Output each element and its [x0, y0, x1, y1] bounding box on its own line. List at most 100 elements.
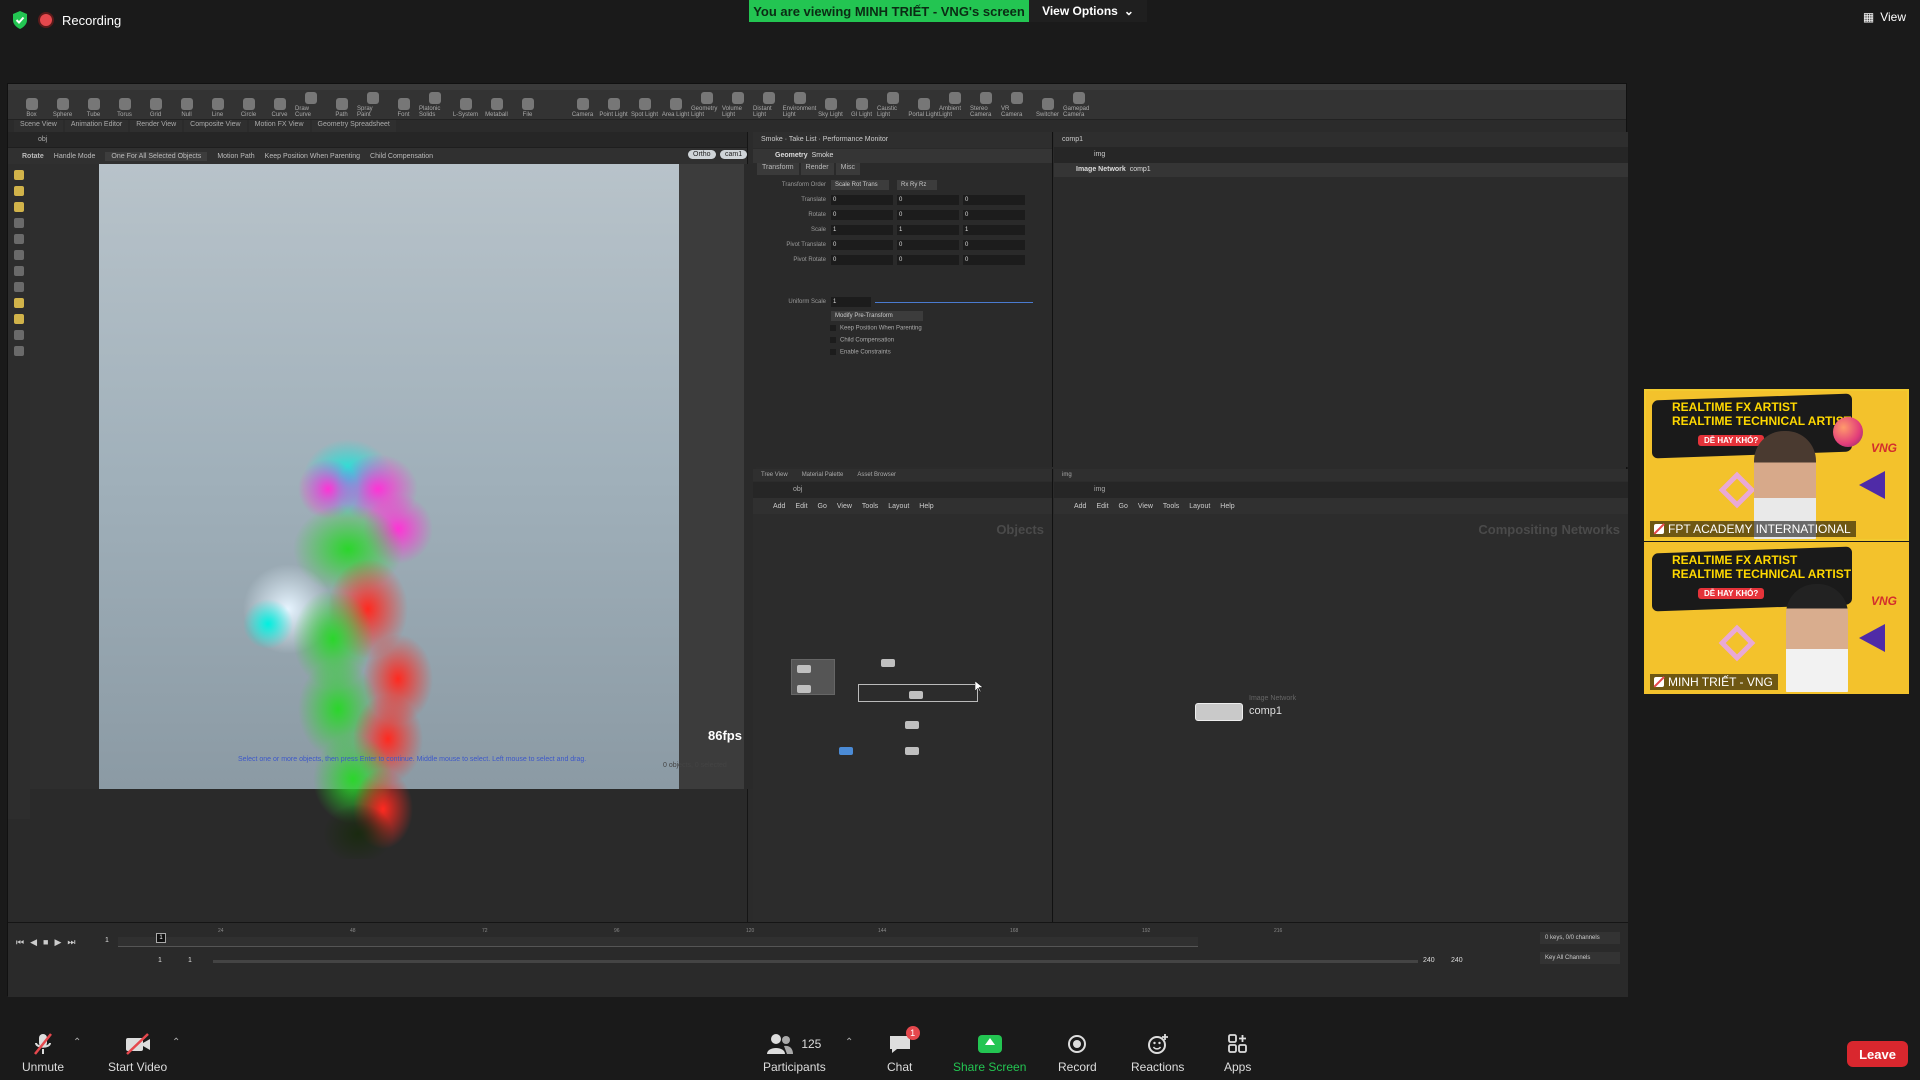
scene-tab[interactable]: Animation Editor [64, 120, 129, 132]
shelf-tool[interactable]: Spot Light [629, 89, 660, 119]
network-menu-item[interactable]: Help [919, 503, 933, 510]
network-tab[interactable]: Tree View [761, 472, 788, 478]
tab-transform[interactable]: Transform [757, 163, 799, 175]
scene-tab[interactable]: Geometry Spreadsheet [311, 120, 396, 132]
param-field[interactable]: 0 [897, 195, 959, 205]
network-node[interactable] [797, 685, 811, 693]
timeline-scrubber[interactable] [118, 937, 1198, 947]
param-field[interactable]: 0 [897, 240, 959, 250]
shelf-tool[interactable]: Distant Light [753, 89, 784, 119]
network-menu-item[interactable]: Layout [1189, 503, 1210, 510]
leave-button[interactable]: Leave [1847, 1041, 1908, 1067]
scene-tab[interactable]: Scene View [14, 120, 63, 132]
param-field[interactable]: 0 [963, 210, 1025, 220]
shelf-tool[interactable]: Draw Curve [295, 89, 326, 119]
tool-icon[interactable] [14, 186, 24, 196]
current-frame[interactable]: 1 [105, 937, 109, 944]
obj-network-path[interactable]: obj [753, 482, 1052, 498]
scene-tab[interactable]: Render View [130, 120, 183, 132]
range-end-2[interactable]: 240 [1451, 957, 1463, 964]
param-field[interactable]: 0 [831, 240, 893, 250]
tab-misc[interactable]: Misc [835, 163, 860, 175]
view-options-button[interactable]: View Options ⌄ [1029, 0, 1147, 22]
child-compensation-toggle[interactable]: Child Compensation [370, 153, 433, 160]
unmute-button[interactable]: Unmute [22, 1032, 64, 1074]
network-menu-item[interactable]: Add [773, 503, 785, 510]
shelf-tool[interactable]: Null [171, 89, 202, 119]
object-network-pane[interactable]: Tree View Material Palette Asset Browser o… [753, 469, 1053, 922]
network-menu-item[interactable]: Edit [1096, 503, 1108, 510]
network-menu-item[interactable]: Tools [862, 503, 878, 510]
shelf-tool[interactable]: Spray Paint [357, 89, 388, 119]
compositing-network-pane[interactable]: img img Add Edit Go View Tools Layout Help Com… [1054, 469, 1628, 922]
video-options-caret[interactable]: ⌃ [172, 1037, 180, 1048]
network-tab[interactable]: Asset Browser [857, 472, 896, 478]
image-path-bar[interactable]: img [1054, 147, 1628, 163]
tool-icon[interactable] [14, 250, 24, 260]
tool-icon[interactable] [14, 266, 24, 276]
shelf-tool[interactable]: Tube [78, 89, 109, 119]
node-name[interactable]: Smoke [812, 152, 834, 159]
network-node[interactable] [797, 665, 811, 673]
param-field[interactable]: 0 [831, 255, 893, 265]
shelf-tool[interactable]: Box [16, 89, 47, 119]
rotation-order-select[interactable]: Rx Ry Rz [897, 180, 937, 190]
tab-take-list[interactable]: Take List [789, 136, 817, 143]
rotate-tool-label[interactable]: Rotate [22, 153, 44, 160]
shelf-tool[interactable]: Curve [264, 89, 295, 119]
tool-icon[interactable] [14, 346, 24, 356]
shelf-tool[interactable]: Environment Light [783, 89, 816, 119]
param-field[interactable]: 0 [831, 195, 893, 205]
step-back-icon[interactable]: ◀ [30, 937, 37, 948]
param-field[interactable]: 1 [897, 225, 959, 235]
start-video-button[interactable]: Start Video [108, 1032, 167, 1074]
comp-tab-label[interactable]: img [1062, 472, 1072, 478]
image-network-name[interactable]: comp1 [1130, 166, 1151, 173]
shelf-tool[interactable]: Volume Light [722, 89, 753, 119]
tool-icon[interactable] [14, 170, 24, 180]
shelf-tool[interactable]: Camera [567, 89, 598, 119]
shelf-tool[interactable]: Sky Light [815, 89, 846, 119]
transform-order-select[interactable]: Scale Rot Trans [831, 180, 889, 190]
shelf-tool[interactable]: Line [202, 89, 233, 119]
scene-tab[interactable]: Motion FX View [248, 120, 310, 132]
param-field[interactable]: 1 [831, 225, 893, 235]
recording-indicator[interactable]: Recording [10, 10, 121, 30]
network-node[interactable] [909, 691, 923, 699]
audio-options-caret[interactable]: ⌃ [73, 1037, 81, 1048]
param-field[interactable]: 0 [963, 255, 1025, 265]
scene-path-bar[interactable]: obj [8, 132, 747, 148]
keep-position-checkbox[interactable]: Keep Position When Parenting [830, 325, 922, 332]
network-node[interactable] [881, 659, 895, 667]
param-field[interactable]: 0 [831, 210, 893, 220]
ortho-view-button[interactable]: Ortho [688, 150, 716, 159]
param-field[interactable]: 0 [897, 210, 959, 220]
stop-icon[interactable]: ■ [43, 937, 48, 948]
network-menu-item[interactable]: Go [1119, 503, 1128, 510]
shelf-tool[interactable]: Geometry Light [691, 89, 722, 119]
shelf-tool[interactable]: Grid [140, 89, 171, 119]
shelf-tool[interactable]: Platonic Solids [419, 89, 450, 119]
enable-constraints-checkbox[interactable]: Enable Constraints [830, 349, 891, 356]
apps-button[interactable]: Apps [1224, 1032, 1251, 1074]
tab-performance-monitor[interactable]: Performance Monitor [823, 136, 888, 143]
network-node[interactable] [905, 747, 919, 755]
network-tab[interactable]: Material Palette [802, 472, 844, 478]
playhead[interactable]: 1 [156, 933, 166, 943]
shelf-tool[interactable]: File [512, 89, 543, 119]
comp-network-path[interactable]: img [1054, 482, 1628, 498]
one-for-all-dropdown[interactable]: One For All Selected Objects [105, 151, 208, 161]
shelf-tool[interactable]: Font [388, 89, 419, 119]
shelf-tool[interactable]: Metaball [481, 89, 512, 119]
share-screen-button[interactable]: Share Screen [953, 1032, 1026, 1074]
tool-icon[interactable] [14, 234, 24, 244]
tool-icon[interactable] [14, 314, 24, 324]
keep-position-toggle[interactable]: Keep Position When Parenting [265, 153, 360, 160]
tool-icon[interactable] [14, 298, 24, 308]
comp1-node[interactable] [1195, 703, 1243, 721]
shelf-tool[interactable]: VR Camera [1001, 89, 1032, 119]
network-menu-item[interactable]: Add [1074, 503, 1086, 510]
shelf-tool[interactable]: Caustic Light [877, 89, 908, 119]
shelf-tool[interactable]: Sphere [47, 89, 78, 119]
motion-path-toggle[interactable]: Motion Path [217, 153, 254, 160]
